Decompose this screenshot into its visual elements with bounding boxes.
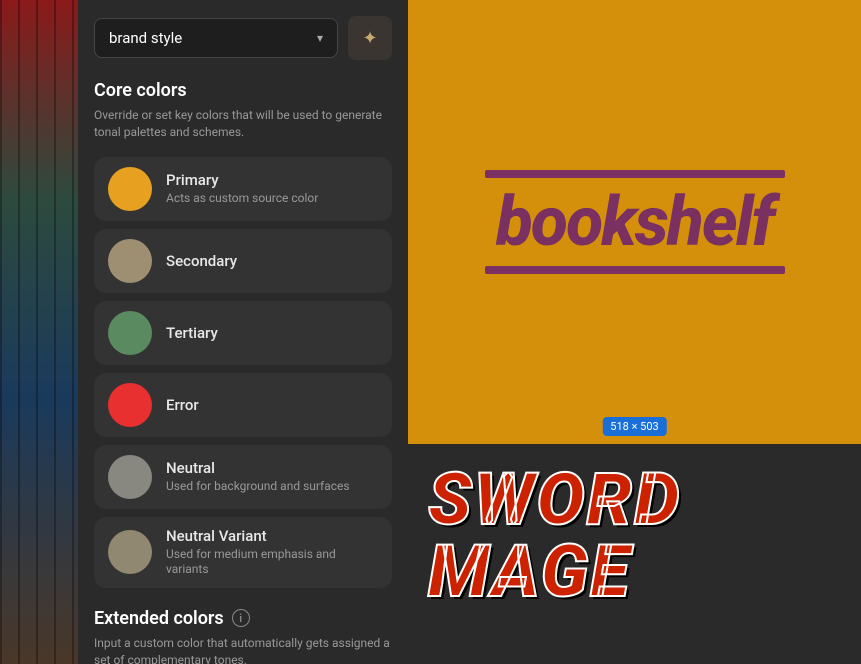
bookshelf-logo: bookshelf	[485, 170, 785, 274]
color-info-neutral-variant: Neutral Variant Used for medium emphasis …	[166, 527, 378, 578]
color-swatch-error	[108, 383, 152, 427]
brand-style-dropdown[interactable]: brand style ▾	[94, 18, 338, 58]
color-info-tertiary: Tertiary	[166, 324, 218, 342]
color-swatch-secondary	[108, 239, 152, 283]
color-swatch-primary	[108, 167, 152, 211]
color-name-neutral: Neutral	[166, 459, 350, 477]
logo-text: bookshelf	[496, 188, 773, 256]
core-colors-description: Override or set key colors that will be …	[94, 107, 392, 141]
preview-area: bookshelf 518 × 503 SWORD MAGE	[408, 0, 861, 664]
color-desc-primary: Acts as custom source color	[166, 191, 318, 207]
color-list: Primary Acts as custom source color Second…	[94, 157, 392, 588]
color-name-primary: Primary	[166, 171, 318, 189]
color-info-error: Error	[166, 396, 199, 414]
color-desc-neutral: Used for background and surfaces	[166, 479, 350, 495]
panel-header: brand style ▾ ✦	[94, 16, 392, 60]
extended-colors-label: Extended colors	[94, 608, 224, 629]
bookshelf-background-strip	[0, 0, 78, 664]
color-settings-panel: brand style ▾ ✦ Core colors Override or …	[78, 0, 408, 664]
color-name-secondary: Secondary	[166, 252, 237, 270]
preview-bottom: SWORD MAGE	[408, 444, 861, 664]
color-swatch-neutral-variant	[108, 530, 152, 574]
color-swatch-neutral	[108, 455, 152, 499]
color-name-neutral-variant: Neutral Variant	[166, 527, 378, 545]
core-colors-title: Core colors	[94, 80, 392, 101]
color-info-secondary: Secondary	[166, 252, 237, 270]
dropdown-label: brand style	[109, 29, 182, 47]
color-info-primary: Primary Acts as custom source color	[166, 171, 318, 207]
size-badge: 518 × 503	[602, 417, 666, 436]
color-row-neutral-variant[interactable]: Neutral Variant Used for medium emphasis …	[94, 517, 392, 588]
sword-mage-text: SWORD MAGE	[408, 444, 861, 608]
extended-colors-title: Extended colors i	[94, 608, 392, 629]
logo-bar-top	[485, 170, 785, 178]
extended-colors-description: Input a custom color that automatically …	[94, 635, 392, 664]
extended-colors-section: Extended colors i Input a custom color t…	[94, 596, 392, 664]
color-desc-neutral-variant: Used for medium emphasis and variants	[166, 547, 378, 578]
core-colors-section: Core colors Override or set key colors t…	[94, 80, 392, 596]
color-info-neutral: Neutral Used for background and surfaces	[166, 459, 350, 495]
color-name-tertiary: Tertiary	[166, 324, 218, 342]
preview-top: bookshelf 518 × 503	[408, 0, 861, 444]
color-swatch-tertiary	[108, 311, 152, 355]
info-icon[interactable]: i	[232, 609, 250, 627]
logo-bar-bottom	[485, 266, 785, 274]
color-name-error: Error	[166, 396, 199, 414]
color-row-error[interactable]: Error	[94, 373, 392, 437]
color-row-tertiary[interactable]: Tertiary	[94, 301, 392, 365]
magic-wand-button[interactable]: ✦	[348, 16, 392, 60]
magic-wand-icon: ✦	[362, 28, 377, 49]
color-row-primary[interactable]: Primary Acts as custom source color	[94, 157, 392, 221]
color-row-secondary[interactable]: Secondary	[94, 229, 392, 293]
color-row-neutral[interactable]: Neutral Used for background and surfaces	[94, 445, 392, 509]
chevron-down-icon: ▾	[317, 31, 323, 45]
